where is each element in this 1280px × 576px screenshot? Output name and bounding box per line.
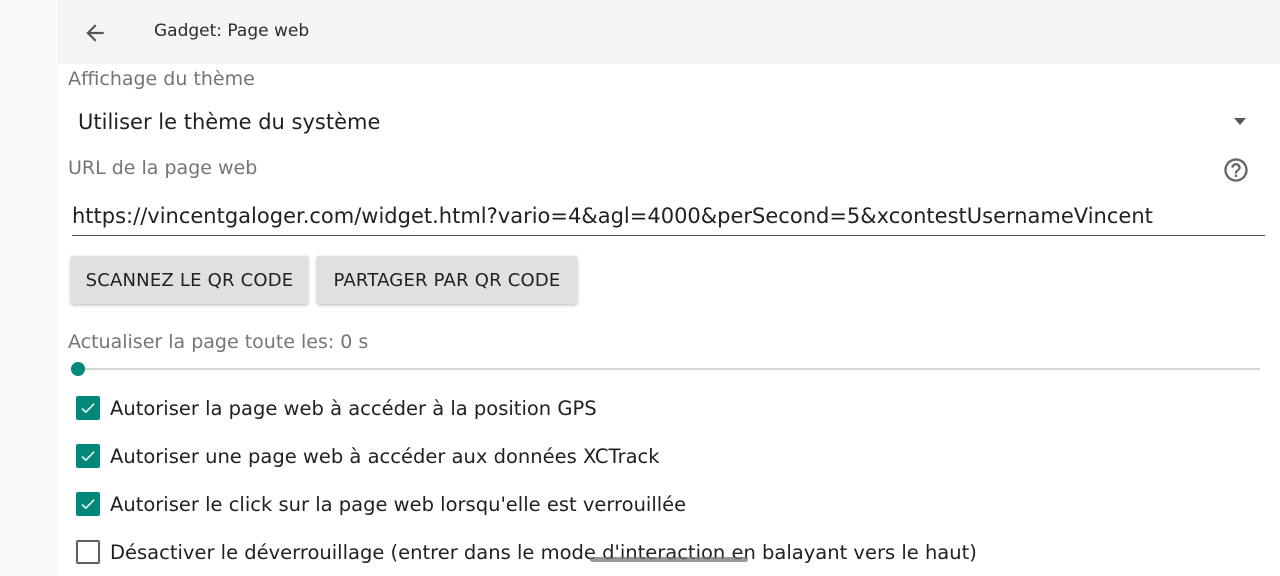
option-click-when-locked[interactable]: Autoriser le click sur la page web lorsq… — [76, 489, 686, 519]
caret-down-icon — [1234, 118, 1246, 125]
option-gps-access[interactable]: Autoriser la page web à accéder à la pos… — [76, 393, 597, 423]
option-label: Autoriser le click sur la page web lorsq… — [110, 492, 687, 516]
back-button[interactable] — [78, 16, 112, 50]
theme-select[interactable]: Utiliser le thème du système — [68, 100, 1260, 146]
check-icon — [81, 403, 95, 414]
checkbox[interactable] — [76, 444, 100, 468]
share-qr-code-button[interactable]: PARTAGER PAR QR CODE — [317, 256, 577, 304]
page-title: Gadget: Page web — [154, 21, 310, 41]
theme-select-value: Utiliser le thème du système — [78, 110, 381, 134]
option-label: Désactiver le déverrouillage (entrer dan… — [110, 540, 977, 564]
option-label: Autoriser la page web à accéder à la pos… — [110, 396, 597, 420]
check-icon — [81, 451, 95, 462]
home-indicator[interactable] — [590, 557, 748, 562]
left-gutter — [0, 0, 58, 576]
checkbox[interactable] — [76, 396, 100, 420]
refresh-label: Actualiser la page toute les: 0 s — [68, 331, 369, 353]
theme-label: Affichage du thème — [68, 68, 255, 90]
option-disable-unlock[interactable]: Désactiver le déverrouillage (entrer dan… — [76, 537, 977, 567]
scan-qr-code-button[interactable]: SCANNEZ LE QR CODE — [71, 256, 308, 304]
url-input[interactable] — [72, 196, 1265, 236]
url-label: URL de la page web — [68, 157, 258, 179]
help-circle-icon[interactable] — [1222, 156, 1250, 184]
arrow-left-icon — [86, 24, 104, 42]
slider-track — [78, 368, 1260, 370]
checkbox[interactable] — [76, 540, 100, 564]
slider-thumb[interactable] — [71, 362, 85, 376]
option-xctrack-data[interactable]: Autoriser une page web à accéder aux don… — [76, 441, 660, 471]
option-label: Autoriser une page web à accéder aux don… — [110, 444, 660, 468]
refresh-slider[interactable] — [68, 358, 1260, 380]
check-icon — [81, 499, 95, 510]
checkbox[interactable] — [76, 492, 100, 516]
